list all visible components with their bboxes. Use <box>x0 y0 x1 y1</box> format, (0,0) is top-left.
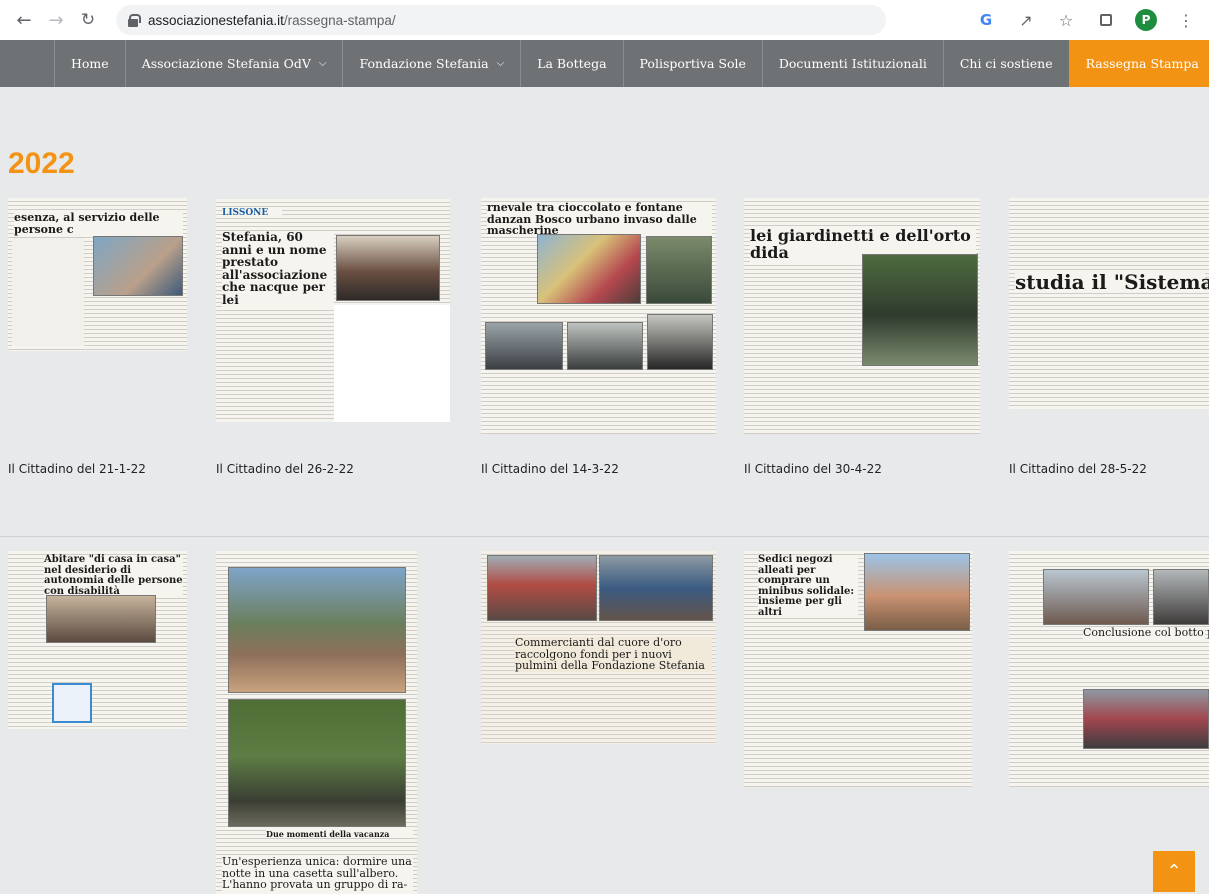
press-clipping-caption[interactable]: Il Cittadino del 26-2-22 <box>216 462 354 476</box>
clipping-headline: Stefania, 60 anni e un nome prestato all… <box>222 231 334 307</box>
nav-item-label: Rassegna Stampa <box>1085 56 1199 71</box>
clipping-headline: esenza, al servizio delle persone c <box>14 212 183 236</box>
clipping-headline: Commercianti dal cuore d'oro raccolgono … <box>515 637 712 672</box>
share-icon[interactable]: ↗ <box>1013 6 1039 34</box>
profile-avatar[interactable]: P <box>1133 6 1159 34</box>
browser-toolbar: ← → ↻ associazionestefania.it /rassegna-… <box>0 0 1209 40</box>
press-clipping-thumbnail[interactable]: LISSONE Stefania, 60 anni e un nome pres… <box>216 199 450 422</box>
chevron-down-icon: ⌵ <box>496 58 505 69</box>
press-clipping-thumbnail[interactable]: esenza, al servizio delle persone c <box>8 198 187 351</box>
nav-item-label: Documenti Istituzionali <box>778 56 927 71</box>
clipping-subhead: Un'esperienza unica: dormire una notte i… <box>222 855 413 892</box>
reload-icon[interactable]: ↻ <box>74 6 102 34</box>
press-clipping-caption[interactable]: Il Cittadino del 21-1-22 <box>8 462 146 476</box>
year-heading: 2022 <box>8 147 75 180</box>
press-clipping-caption[interactable]: Il Cittadino del 28-5-22 <box>1009 462 1147 476</box>
double-chevron-up-icon[interactable]: ⌃ <box>1153 851 1195 892</box>
press-clipping-caption[interactable]: Il Cittadino del 30-4-22 <box>744 462 882 476</box>
clipping-headline: Abitare "di casa in casa" nel desiderio … <box>44 554 183 597</box>
google-lens-icon[interactable]: G <box>973 6 999 34</box>
nav-item-home[interactable]: Home <box>54 40 125 87</box>
press-clipping-thumbnail[interactable]: Commercianti dal cuore d'oro raccolgono … <box>481 551 716 744</box>
nav-item-la-bottega[interactable]: La Bottega <box>520 40 622 87</box>
press-clipping-caption[interactable]: Il Cittadino del 14-3-22 <box>481 462 619 476</box>
press-clipping-thumbnail[interactable]: Abitare "di casa in casa" nel desiderio … <box>8 551 187 729</box>
nav-item-fondazione-stefania[interactable]: Fondazione Stefania ⌵ <box>342 40 520 87</box>
url-path: /rassegna-stampa/ <box>283 12 396 28</box>
bookmark-star-icon[interactable]: ☆ <box>1053 6 1079 34</box>
nav-item-label: Fondazione Stefania <box>359 56 489 71</box>
press-clipping-thumbnail[interactable]: studia il "Sistema <box>1009 198 1209 409</box>
chevron-down-icon: ⌵ <box>318 58 327 69</box>
nav-item-label: La Bottega <box>537 56 607 71</box>
clipping-headline: rnevale tra cioccolato e fontane danzan … <box>487 202 712 237</box>
press-clipping-thumbnail[interactable]: lei giardinetti e dell'orto dida <box>744 198 980 434</box>
press-clipping-thumbnail[interactable]: Sedici negozi alleati per comprare un mi… <box>744 551 972 787</box>
nav-item-label: Associazione Stefania OdV <box>141 56 311 71</box>
clipping-headline: Conclusione col botto per la S Muggiò si… <box>1083 626 1209 639</box>
nav-item-label: Chi ci sostiene <box>959 56 1053 71</box>
menu-kebab-icon[interactable]: ⋮ <box>1173 6 1199 34</box>
main-navigation: Home Associazione Stefania OdV ⌵ Fondazione… <box>0 40 1209 87</box>
nav-item-label: Home <box>71 56 109 71</box>
row-divider <box>0 536 1209 537</box>
nav-item-documenti-istituzionali[interactable]: Documenti Istituzionali <box>761 40 943 87</box>
address-bar[interactable]: associazionestefania.it /rassegna-stampa… <box>116 5 886 35</box>
nav-item-chi-ci-sostiene[interactable]: Chi ci sostiene <box>942 40 1069 87</box>
press-clipping-thumbnail[interactable]: Conclusione col botto per la S Muggiò si… <box>1009 551 1209 787</box>
nav-item-polisportiva-sole[interactable]: Polisportiva Sole <box>622 40 762 87</box>
lock-icon[interactable] <box>128 13 141 27</box>
nav-item-label: Polisportiva Sole <box>639 56 746 71</box>
press-clipping-thumbnail[interactable]: rnevale tra cioccolato e fontane danzan … <box>481 198 716 434</box>
forward-arrow-icon[interactable]: → <box>42 6 70 34</box>
clipping-headline: studia il "Sistema <box>1015 270 1209 294</box>
back-arrow-icon[interactable]: ← <box>10 6 38 34</box>
nav-item-associazione-stefania-odv[interactable]: Associazione Stefania OdV ⌵ <box>124 40 343 87</box>
clipping-section: LISSONE <box>222 208 282 219</box>
url-domain: associazionestefania.it <box>148 12 284 28</box>
nav-item-rassegna-stampa[interactable]: Rassegna Stampa <box>1068 40 1209 87</box>
side-panel-icon[interactable] <box>1093 6 1119 34</box>
press-clipping-thumbnail[interactable]: Due momenti della vacanza Un'esperienza … <box>216 551 417 894</box>
clipping-headline: Due momenti della vacanza <box>266 830 413 838</box>
clipping-headline: Sedici negozi alleati per comprare un mi… <box>758 554 858 618</box>
